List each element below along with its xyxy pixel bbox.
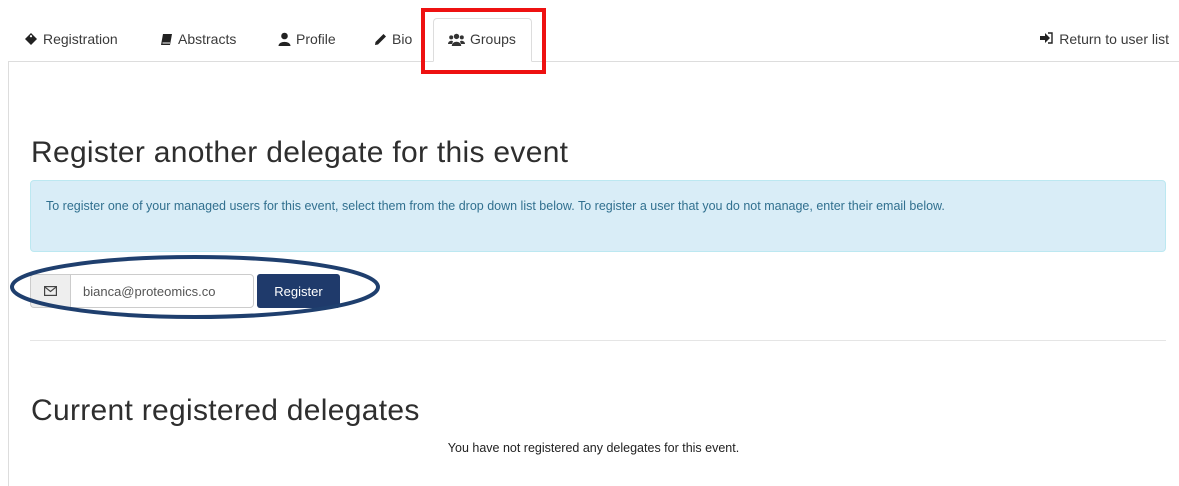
- envelope-icon: [30, 274, 70, 308]
- email-input-group: [30, 274, 254, 308]
- book-icon: [160, 33, 173, 46]
- tab-groups[interactable]: Groups: [448, 31, 516, 47]
- section-divider: [30, 340, 1166, 341]
- user-icon: [278, 32, 291, 46]
- tab-label: Bio: [392, 31, 413, 47]
- info-alert-text: To register one of your managed users fo…: [46, 199, 945, 213]
- tab-label: Registration: [43, 31, 118, 47]
- register-section-title: Register another delegate for this event: [31, 136, 569, 169]
- tab-label: Profile: [296, 31, 336, 47]
- return-to-user-list-link[interactable]: Return to user list: [1039, 31, 1169, 47]
- info-alert: To register one of your managed users fo…: [30, 180, 1166, 252]
- tab-registration[interactable]: Registration: [24, 31, 118, 47]
- tab-label: Abstracts: [178, 31, 237, 47]
- delegates-section-title: Current registered delegates: [31, 394, 420, 427]
- email-input[interactable]: [70, 274, 254, 308]
- tab-content-border: [8, 61, 1179, 62]
- return-link-label: Return to user list: [1059, 31, 1169, 47]
- tab-profile[interactable]: Profile: [278, 31, 336, 47]
- tab-bio[interactable]: Bio: [374, 31, 412, 47]
- group-icon: [448, 33, 465, 46]
- tag-icon: [24, 32, 38, 46]
- tab-label: Groups: [470, 31, 516, 47]
- pencil-icon: [374, 33, 387, 46]
- tab-content-border-left: [8, 61, 9, 486]
- tab-groups-container: Groups: [433, 18, 532, 62]
- register-button[interactable]: Register: [257, 274, 340, 308]
- tab-abstracts[interactable]: Abstracts: [160, 31, 236, 47]
- tab-bar: Registration Abstracts Profile Bio Group…: [0, 0, 1179, 74]
- sign-in-icon: [1039, 31, 1053, 47]
- empty-delegates-message: You have not registered any delegates fo…: [447, 441, 740, 455]
